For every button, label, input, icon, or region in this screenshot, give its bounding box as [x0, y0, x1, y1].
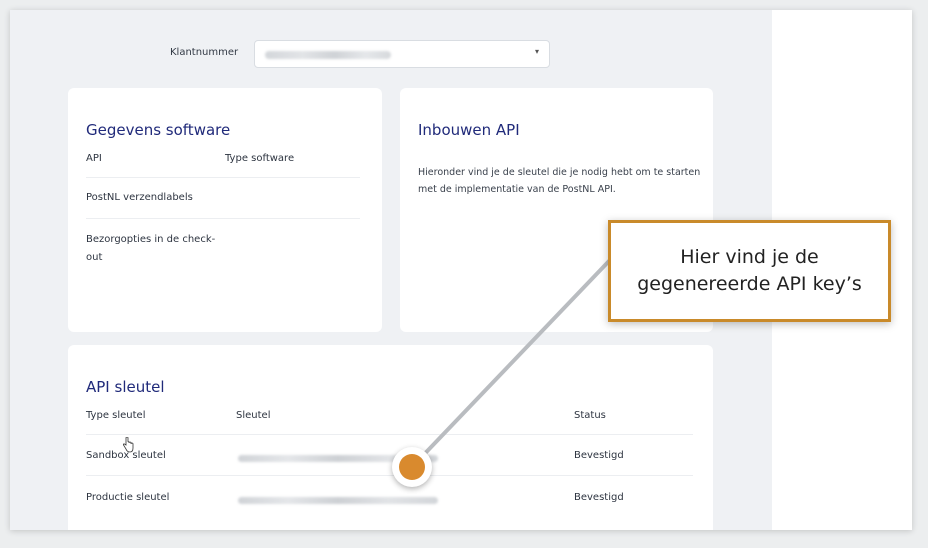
software-row-bezorgopties-line2: out	[86, 252, 103, 263]
inbouwen-description: Hieronder vind je de sleutel die je nodi…	[418, 167, 701, 195]
header-type-sleutel: Type sleutel	[86, 410, 146, 421]
software-card: Gegevens software API Type software Post…	[68, 88, 382, 332]
chevron-down-icon: ▾	[534, 47, 539, 56]
inbouwen-title: Inbouwen API	[418, 121, 520, 139]
klantnummer-select[interactable]: ▾	[254, 40, 550, 68]
divider	[86, 434, 693, 435]
row-status-sandbox: Bevestigd	[574, 450, 624, 461]
software-col-type: Type software	[225, 153, 295, 164]
productie-key-blurred[interactable]	[238, 497, 438, 504]
software-row-bezorgopties-line1: Bezorgopties in de check-	[86, 234, 216, 245]
api-sleutel-card: API sleutel Type sleutel Sleutel Status …	[68, 345, 713, 530]
api-sleutel-title: API sleutel	[86, 378, 165, 396]
row-status-productie: Bevestigd	[574, 492, 624, 503]
software-col-api: API	[86, 153, 102, 164]
app-window: Klantnummer ▾ Gegevens software API Type…	[10, 10, 912, 530]
hand-cursor-icon	[122, 437, 134, 453]
callout-box: Hier vind je de gegenereerde API key’s	[608, 220, 891, 322]
software-title: Gegevens software	[86, 121, 231, 139]
header-status: Status	[574, 410, 606, 421]
klantnummer-label: Klantnummer	[170, 47, 239, 58]
divider	[86, 177, 360, 178]
highlight-dot	[392, 447, 432, 487]
divider	[86, 475, 693, 476]
row-type-productie: Productie sleutel	[86, 492, 170, 503]
callout-text: Hier vind je de gegenereerde API key’s	[637, 246, 862, 295]
software-row-verzendlabels: PostNL verzendlabels	[86, 192, 193, 203]
highlight-dot-inner	[399, 454, 425, 480]
divider	[86, 218, 360, 219]
header-sleutel: Sleutel	[236, 410, 271, 421]
klantnummer-value-blurred	[265, 51, 391, 59]
